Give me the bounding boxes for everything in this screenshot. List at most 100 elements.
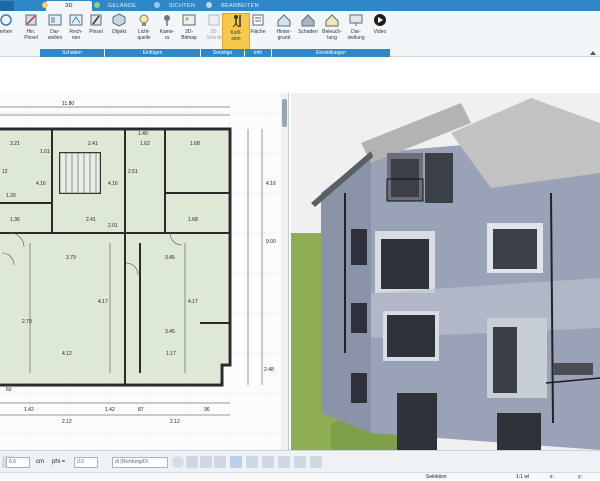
floor-plan-view[interactable]: 11.80 3.21 2.41 1.62 1.68 3.79 3.45 3.45… bbox=[0, 93, 289, 450]
3d-bitmap-button[interactable]: 3D- Bitmap bbox=[175, 13, 203, 51]
rotate-view-icon[interactable] bbox=[278, 456, 290, 468]
object-button[interactable]: Objekt bbox=[105, 13, 133, 51]
floor-area bbox=[0, 131, 228, 383]
lightbulb-icon bbox=[139, 14, 149, 26]
phi-input[interactable]: 0.0 bbox=[74, 457, 98, 468]
tab-views-marker-icon bbox=[154, 2, 160, 8]
dim-label: 12 bbox=[2, 169, 8, 175]
toolbar-area bbox=[0, 57, 600, 93]
dim-label: 1.20 bbox=[6, 193, 16, 199]
dim-label: 1.36 bbox=[10, 217, 20, 223]
dim-label: 1.17 bbox=[166, 351, 176, 357]
dim-label: 4.16 bbox=[108, 181, 118, 187]
dim-label: 11.80 bbox=[62, 101, 74, 107]
snap-icon[interactable] bbox=[214, 456, 226, 468]
dim-label: 4.12 bbox=[62, 351, 72, 357]
dim-label: 60 bbox=[6, 387, 12, 393]
video-icon bbox=[374, 14, 386, 26]
tab-terrain[interactable]: GELÄNDE bbox=[100, 1, 144, 11]
door-ground-left bbox=[397, 393, 437, 450]
dim-label: 1.40 bbox=[138, 131, 148, 137]
window-side-bottom bbox=[351, 373, 367, 403]
group-label-settings: Einstellungen bbox=[272, 49, 390, 57]
section-icon bbox=[208, 14, 220, 26]
tab-edit-marker-icon bbox=[206, 2, 212, 8]
object-icon bbox=[112, 13, 126, 27]
phi-label: phi = bbox=[52, 459, 66, 465]
window-low-right-glass bbox=[493, 327, 517, 393]
direction-select[interactable]: dl (Richtung/Di bbox=[112, 457, 168, 468]
shadow-icon bbox=[301, 14, 315, 27]
dim-label: 4.17 bbox=[98, 299, 108, 305]
plan-vertical-scrollbar[interactable] bbox=[281, 93, 288, 450]
clock-icon[interactable] bbox=[172, 456, 184, 468]
paintbrush-icon bbox=[90, 14, 102, 26]
dim-label: 1.68 bbox=[190, 141, 200, 147]
dim-label: 2.79 bbox=[22, 319, 32, 325]
unit-label: cm bbox=[36, 459, 44, 465]
group-label-other: Sonstige bbox=[201, 49, 244, 57]
dim-label: 1.42 bbox=[24, 407, 34, 413]
collision-icon bbox=[232, 15, 241, 28]
dim-label: 9.00 bbox=[266, 239, 276, 245]
measure-icon[interactable] bbox=[246, 456, 258, 468]
tab-3d[interactable]: 3D bbox=[46, 1, 92, 11]
dim-label: 2.01 bbox=[108, 223, 118, 229]
zoom-icon[interactable] bbox=[294, 456, 306, 468]
3d-view[interactable] bbox=[291, 93, 600, 450]
dim-label: 2.41 bbox=[86, 217, 96, 223]
file-tab[interactable] bbox=[0, 1, 14, 11]
camera-icon bbox=[164, 15, 170, 26]
ribbon-collapse-icon[interactable] bbox=[590, 50, 596, 55]
group-label-insert: Einfügen bbox=[105, 49, 200, 57]
tab-views[interactable]: SICHTEN bbox=[160, 1, 204, 11]
bottom-toolbar: 6.0 cm phi = 0.0 dl (Richtung/Di bbox=[0, 450, 600, 472]
window-mid-right-glass bbox=[493, 229, 537, 269]
zoom-input[interactable]: 6.0 bbox=[6, 457, 30, 468]
dim-label: 3.45 bbox=[165, 329, 175, 335]
rotate-icon bbox=[0, 14, 12, 26]
camera-view-icon[interactable] bbox=[310, 456, 322, 468]
area-icon bbox=[252, 14, 264, 26]
dim-label: 1.42 bbox=[105, 407, 115, 413]
terrace-table bbox=[553, 363, 593, 375]
dim-label: 2.12 bbox=[62, 419, 72, 425]
dim-label: 4.17 bbox=[188, 299, 198, 305]
dim-label: 2.12 bbox=[170, 419, 180, 425]
rendering-icon bbox=[349, 14, 363, 26]
dim-label: 4.16 bbox=[36, 181, 46, 187]
ribbon-tab-bar: 3D GELÄNDE SICHTEN BEARBEITEN bbox=[0, 0, 600, 11]
dim-label: 96 bbox=[204, 407, 210, 413]
window-side-low bbox=[351, 303, 367, 333]
layers-icon[interactable] bbox=[200, 456, 212, 468]
grid-icon[interactable] bbox=[262, 456, 274, 468]
dim-label: 2.41 bbox=[88, 141, 98, 147]
select-icon[interactable] bbox=[230, 456, 242, 468]
floor-plan-canvas: 11.80 3.21 2.41 1.62 1.68 3.79 3.45 3.45… bbox=[0, 93, 287, 450]
3d-canvas bbox=[291, 93, 600, 450]
lighting-icon bbox=[325, 14, 339, 27]
video-button[interactable]: Video bbox=[366, 13, 394, 51]
scrollbar-thumb[interactable] bbox=[282, 99, 287, 127]
print-icon[interactable] bbox=[186, 456, 198, 468]
tab-edit[interactable]: BEARBEITEN bbox=[210, 1, 270, 11]
dim-label: 3.45 bbox=[165, 255, 175, 261]
door-ground-right bbox=[497, 413, 541, 450]
window-low-left-glass bbox=[387, 315, 435, 357]
group-label-info: Info bbox=[245, 49, 271, 57]
tab-3d-marker-icon bbox=[42, 2, 48, 8]
dormer-glass bbox=[391, 159, 419, 197]
background-icon bbox=[277, 14, 291, 27]
bitmap-icon bbox=[182, 14, 196, 26]
window-mid-left-glass bbox=[381, 239, 429, 289]
status-bar: Selektion 1:1 wl x: y: bbox=[0, 472, 600, 480]
staircase bbox=[59, 152, 101, 194]
tab-terrain-marker-icon bbox=[94, 2, 100, 8]
window-side-mid bbox=[351, 229, 367, 265]
dim-label: 1.01 bbox=[40, 149, 50, 155]
area-info-button[interactable]: Fläche bbox=[244, 13, 272, 51]
dim-label: 3.79 bbox=[66, 255, 76, 261]
dim-label: 3.21 bbox=[10, 141, 20, 147]
dim-label: 2.51 bbox=[128, 169, 138, 175]
dim-label: 2.48 bbox=[264, 367, 274, 373]
